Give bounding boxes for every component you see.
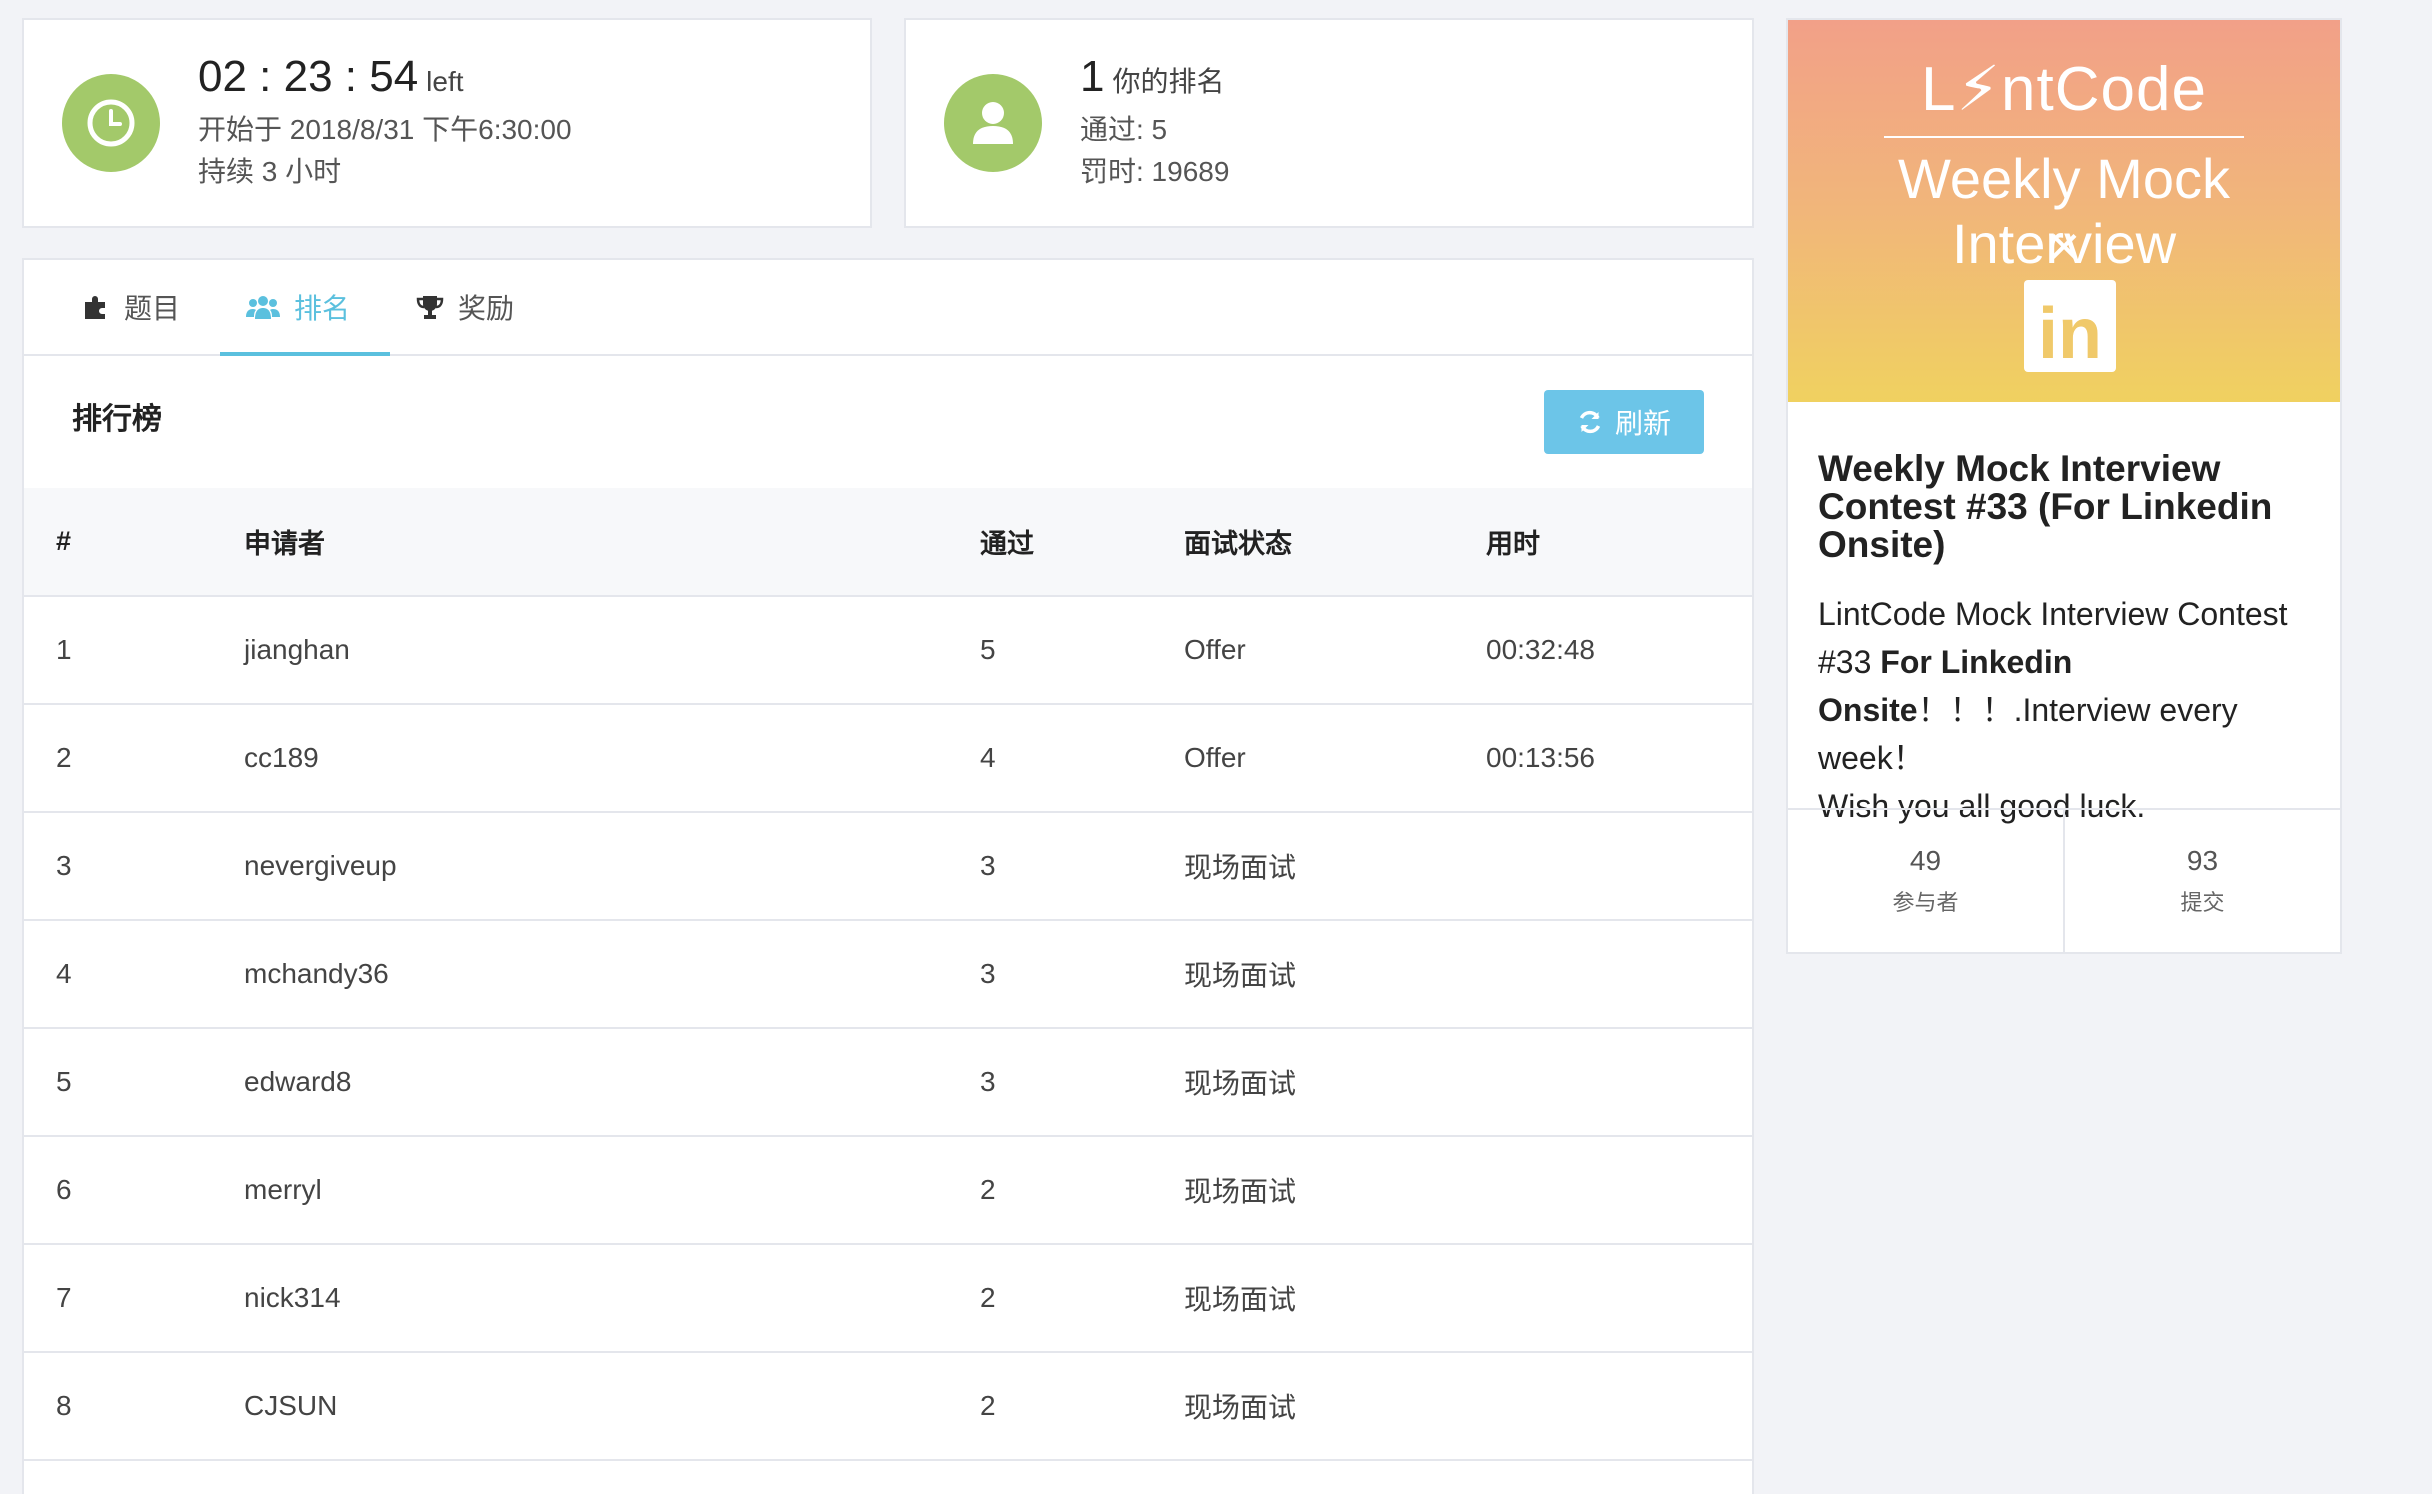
row-applicant[interactable]: cc189	[244, 704, 980, 813]
row-passed: 2	[980, 1352, 1184, 1461]
timer-card: 02 : 23 : 54 left 开始于 2018/8/31 下午6:30:00…	[22, 18, 872, 228]
puzzle-icon	[82, 293, 110, 321]
row-status: 现场面试	[1184, 1352, 1486, 1461]
users-icon	[246, 293, 281, 321]
table-header-row: # 申请者 通过 面试状态 用时	[24, 488, 1752, 597]
row-applicant[interactable]: jianghan	[244, 596, 980, 705]
row-rank: 6	[24, 1136, 244, 1245]
submissions-count: 93	[2186, 845, 2219, 876]
clock-icon	[62, 74, 160, 172]
leaderboard-card: 题目 排名 奖励 排行榜 刷新 # 申请者 通过 面试状态 用时 1 jiang…	[22, 258, 1754, 1494]
tab-problems[interactable]: 题目	[58, 260, 220, 354]
col-rank-header[interactable]: #	[24, 488, 244, 597]
col-applicant-header[interactable]: 申请者	[244, 488, 980, 597]
lintcode-logo: L⚡ntCode	[1921, 55, 2207, 124]
table-row: 7 nick314 2 现场面试	[24, 1244, 1752, 1353]
row-time	[1486, 1244, 1752, 1353]
row-applicant[interactable]: CJSUN	[244, 1352, 980, 1461]
time-remaining: 02 : 23 : 54	[198, 51, 419, 101]
tab-rewards-label: 奖励	[458, 293, 515, 324]
contest-card: L⚡ntCode Weekly Mock Interview × in Week…	[1786, 18, 2342, 954]
col-status-header[interactable]: 面试状态	[1184, 488, 1486, 597]
contest-title[interactable]: Weekly Mock Interview Contest #33 (For L…	[1818, 450, 2310, 564]
row-rank: 1	[24, 596, 244, 705]
leaderboard-table: # 申请者 通过 面试状态 用时 1 jianghan 5 Offer 00:3…	[24, 488, 1752, 1461]
row-passed: 3	[980, 920, 1184, 1029]
leaderboard-title: 排行榜	[72, 403, 162, 436]
banner-x: ×	[2047, 214, 2081, 277]
row-time: 00:32:48	[1486, 596, 1752, 705]
row-applicant[interactable]: merryl	[244, 1136, 980, 1245]
row-passed: 4	[980, 704, 1184, 813]
my-rank-label: 你的排名	[1112, 65, 1225, 97]
col-time-header[interactable]: 用时	[1486, 488, 1752, 597]
contest-description: LintCode Mock Interview Contest #33 For …	[1818, 596, 2288, 824]
row-passed: 2	[980, 1244, 1184, 1353]
participants-stat: 49 参与者	[1788, 810, 2063, 952]
participants-count: 49	[1909, 845, 1942, 876]
row-passed: 3	[980, 812, 1184, 921]
row-time: 00:13:56	[1486, 704, 1752, 813]
table-row: 8 CJSUN 2 现场面试	[24, 1352, 1752, 1461]
table-row: 1 jianghan 5 Offer 00:32:48	[24, 596, 1752, 705]
refresh-label: 刷新	[1614, 408, 1671, 439]
table-row: 6 merryl 2 现场面试	[24, 1136, 1752, 1245]
tab-problems-label: 题目	[124, 293, 181, 324]
tab-ranking[interactable]: 排名	[220, 260, 391, 356]
time-remaining-suffix: left	[426, 65, 464, 97]
row-rank: 5	[24, 1028, 244, 1137]
row-passed: 5	[980, 596, 1184, 705]
my-rank: 1	[1080, 51, 1105, 101]
row-passed: 3	[980, 1028, 1184, 1137]
row-applicant[interactable]: nevergiveup	[244, 812, 980, 921]
tab-ranking-label: 排名	[294, 293, 351, 324]
table-row: 4 mchandy36 3 现场面试	[24, 920, 1752, 1029]
row-status: 现场面试	[1184, 1028, 1486, 1137]
submissions-stat: 93 提交	[2063, 810, 2340, 952]
table-row: 2 cc189 4 Offer 00:13:56	[24, 704, 1752, 813]
table-row: 3 nevergiveup 3 现场面试	[24, 812, 1752, 921]
row-applicant[interactable]: edward8	[244, 1028, 980, 1137]
table-row: 5 edward8 3 现场面试	[24, 1028, 1752, 1137]
row-rank: 3	[24, 812, 244, 921]
row-passed: 2	[980, 1136, 1184, 1245]
row-rank: 4	[24, 920, 244, 1029]
row-status: 现场面试	[1184, 812, 1486, 921]
row-status: 现场面试	[1184, 920, 1486, 1029]
tab-rewards[interactable]: 奖励	[390, 260, 554, 354]
refresh-icon	[1577, 409, 1603, 435]
contest-banner[interactable]: L⚡ntCode Weekly Mock Interview × in	[1788, 20, 2340, 402]
row-rank: 2	[24, 704, 244, 813]
row-time	[1486, 812, 1752, 921]
start-time: 开始于 2018/8/31 下午6:30:00	[198, 114, 572, 146]
linkedin-icon: in	[2024, 280, 2116, 372]
row-applicant[interactable]: nick314	[244, 1244, 980, 1353]
row-time	[1486, 1352, 1752, 1461]
user-icon	[944, 74, 1042, 172]
banner-divider	[1884, 136, 2244, 138]
refresh-button[interactable]: 刷新	[1544, 390, 1704, 454]
participants-label: 参与者	[1892, 890, 1959, 915]
duration: 持续 3 小时	[198, 156, 342, 188]
row-time	[1486, 920, 1752, 1029]
passed-count: 通过: 5	[1080, 114, 1168, 146]
submissions-label: 提交	[2180, 890, 2225, 915]
row-status: Offer	[1184, 596, 1486, 705]
row-rank: 7	[24, 1244, 244, 1353]
row-status: 现场面试	[1184, 1136, 1486, 1245]
row-status: Offer	[1184, 704, 1486, 813]
rank-card: 1 你的排名 通过: 5 罚时: 19689	[904, 18, 1754, 228]
row-rank: 8	[24, 1352, 244, 1461]
trophy-icon	[416, 293, 444, 321]
tab-bar: 题目 排名 奖励	[24, 260, 1752, 356]
row-status: 现场面试	[1184, 1244, 1486, 1353]
contest-page: 02 : 23 : 54 left 开始于 2018/8/31 下午6:30:00…	[0, 0, 2432, 1494]
penalty-time: 罚时: 19689	[1080, 156, 1230, 188]
col-passed-header[interactable]: 通过	[980, 488, 1184, 597]
contest-stats: 49 参与者 93 提交	[1788, 808, 2340, 952]
row-time	[1486, 1136, 1752, 1245]
row-time	[1486, 1028, 1752, 1137]
row-applicant[interactable]: mchandy36	[244, 920, 980, 1029]
